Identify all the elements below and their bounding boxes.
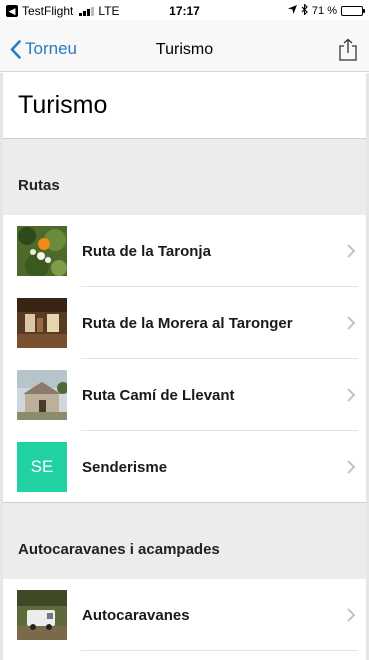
status-right: 71 % [287, 3, 365, 18]
location-icon [287, 5, 297, 17]
chapel-thumbnail [17, 370, 67, 420]
list-item-label: Ruta Camí de Llevant [82, 386, 235, 404]
list-item-ruta-morera[interactable]: Ruta de la Morera al Taronger [3, 287, 366, 359]
list-item-label: Autocaravanes [82, 606, 190, 624]
list-item-ruta-cami-llevant[interactable]: Ruta Camí de Llevant [3, 359, 366, 431]
chevron-right-icon [347, 244, 356, 258]
list-item-label: Senderisme [82, 458, 168, 476]
camper-thumbnail [17, 590, 67, 640]
section-header-rutas: Rutas [3, 139, 366, 215]
bluetooth-icon [301, 3, 308, 18]
list-item-label: Ruta de la Morera al Taronger [82, 314, 293, 332]
battery-icon [341, 6, 365, 16]
list-item-senderisme[interactable]: SE Senderisme [3, 431, 366, 503]
navigation-bar: Torneu Turismo [0, 20, 369, 72]
section-title: Autocaravanes i acampades [18, 540, 220, 558]
section-title: Rutas [18, 176, 60, 194]
senderisme-thumbnail: SE [17, 442, 67, 492]
nav-title: Turismo [155, 41, 214, 58]
share-icon [339, 38, 357, 61]
page-title: Turismo [18, 91, 108, 119]
chevron-right-icon [347, 316, 356, 330]
share-button[interactable] [337, 38, 359, 61]
interior-thumbnail [17, 298, 67, 348]
list-item-ruta-taronja[interactable]: Ruta de la Taronja [3, 215, 366, 287]
list-item-autocaravanes[interactable]: Autocaravanes [3, 579, 366, 651]
status-bar: ◀ TestFlight LTE 17:17 71 % [0, 0, 369, 20]
chevron-right-icon [347, 388, 356, 402]
chevron-right-icon [347, 608, 356, 622]
orange-tree-thumbnail [17, 226, 67, 276]
chevron-right-icon [347, 460, 356, 474]
battery-percent: 71 % [311, 5, 337, 17]
list-item-label: Ruta de la Taronja [82, 242, 211, 260]
content: Turismo Rutas Ruta de la Taronja Ruta de… [3, 73, 366, 651]
page-header: Turismo [3, 73, 366, 139]
section-header-autocaravanes: Autocaravanes i acampades [3, 503, 366, 579]
